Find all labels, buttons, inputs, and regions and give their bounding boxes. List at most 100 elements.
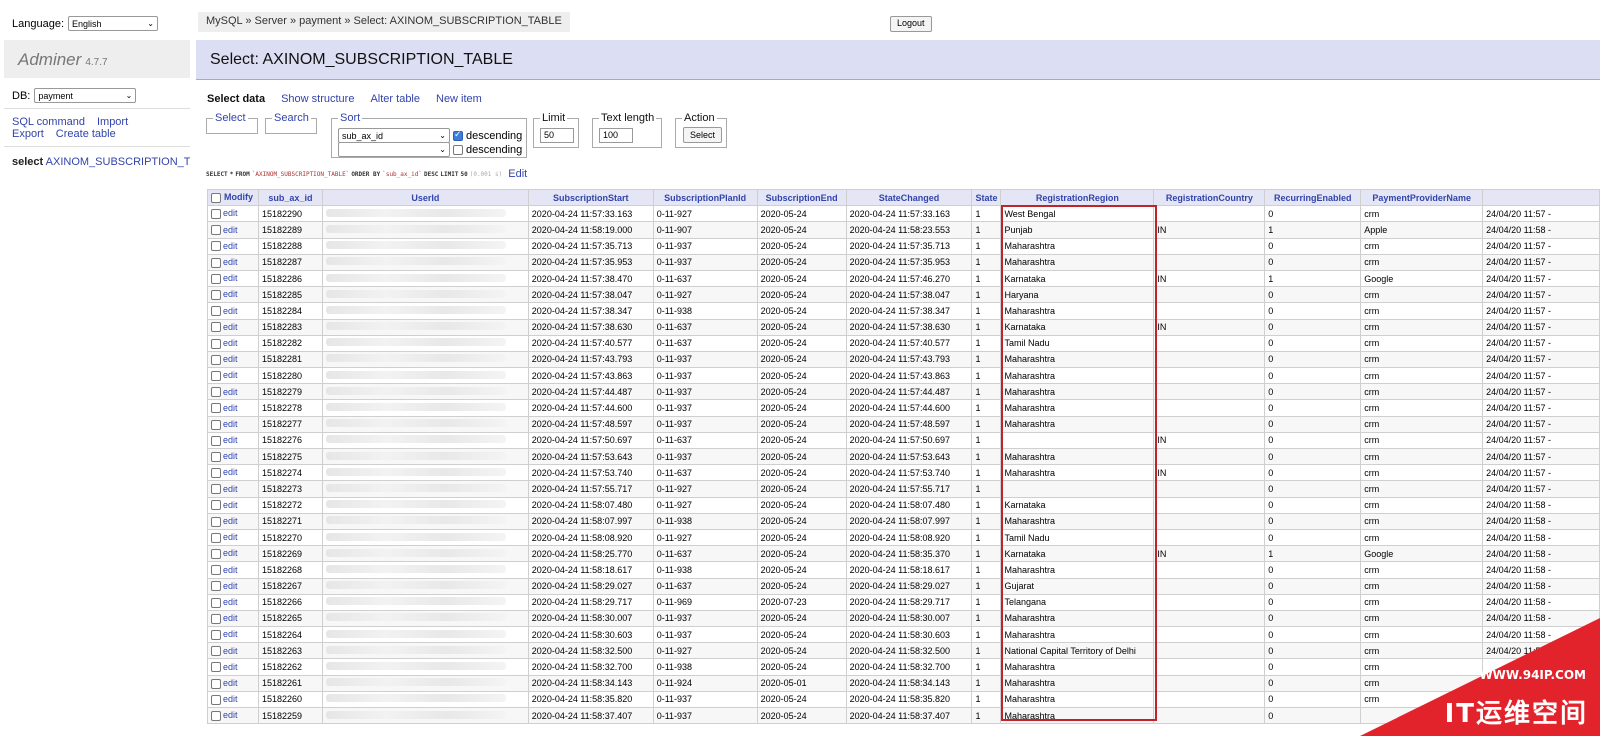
row-checkbox[interactable] bbox=[211, 549, 221, 560]
row-edit-link[interactable]: edit bbox=[223, 678, 238, 688]
select-all-header[interactable]: Modify bbox=[207, 189, 259, 207]
table-name-link[interactable]: AXINOM_SUBSCRIPTION_TA bbox=[46, 156, 190, 168]
row-checkbox[interactable] bbox=[211, 354, 221, 365]
select-all-checkbox[interactable] bbox=[211, 192, 221, 203]
row-checkbox[interactable] bbox=[211, 613, 221, 624]
row-edit-link[interactable]: edit bbox=[223, 516, 238, 526]
row-checkbox[interactable] bbox=[211, 662, 221, 673]
row-edit-link[interactable]: edit bbox=[223, 548, 238, 558]
sql-edit-link[interactable]: Edit bbox=[508, 168, 527, 180]
row-edit-link[interactable]: edit bbox=[223, 354, 238, 364]
row-checkbox[interactable] bbox=[211, 209, 221, 220]
row-edit-link[interactable]: edit bbox=[223, 662, 238, 672]
limit-input[interactable]: 50 bbox=[540, 128, 574, 143]
row-edit-link[interactable]: edit bbox=[223, 403, 238, 413]
column-header[interactable]: SubscriptionStart bbox=[527, 189, 654, 207]
db-select[interactable]: payment ⌄ bbox=[34, 88, 137, 103]
row-edit-link[interactable]: edit bbox=[223, 532, 238, 542]
select-legend[interactable]: Select bbox=[213, 112, 248, 124]
app-brand[interactable]: Adminer 4.7.7 bbox=[4, 40, 190, 78]
row-edit-link[interactable]: edit bbox=[223, 306, 238, 316]
column-header[interactable]: sub_ax_id bbox=[257, 189, 323, 207]
row-edit-link[interactable]: edit bbox=[223, 338, 238, 348]
search-legend[interactable]: Search bbox=[272, 112, 311, 124]
row-checkbox[interactable] bbox=[211, 484, 221, 495]
row-checkbox[interactable] bbox=[211, 678, 221, 689]
row-edit-link[interactable]: edit bbox=[223, 467, 238, 477]
row-edit-link[interactable]: edit bbox=[223, 581, 238, 591]
row-checkbox[interactable] bbox=[211, 306, 221, 317]
column-header[interactable]: UserId bbox=[321, 189, 529, 207]
descending-checkbox-2[interactable] bbox=[453, 144, 463, 155]
row-edit-link[interactable]: edit bbox=[223, 451, 238, 461]
sort-column-select[interactable]: sub_ax_id ⌄ bbox=[338, 128, 450, 143]
row-checkbox[interactable] bbox=[211, 435, 221, 446]
row-checkbox[interactable] bbox=[211, 451, 221, 462]
row-edit-link[interactable]: edit bbox=[223, 387, 238, 397]
row-checkbox[interactable] bbox=[211, 565, 221, 576]
row-checkbox[interactable] bbox=[211, 710, 221, 721]
select-fieldset[interactable]: Select bbox=[206, 112, 258, 134]
column-header[interactable]: State bbox=[971, 189, 1002, 207]
column-header[interactable]: SubscriptionPlanId bbox=[652, 189, 758, 207]
row-edit-link[interactable]: edit bbox=[223, 646, 238, 656]
row-checkbox[interactable] bbox=[211, 468, 221, 479]
select-button[interactable]: Select bbox=[683, 127, 723, 143]
row-checkbox[interactable] bbox=[211, 338, 221, 349]
row-edit-link[interactable]: edit bbox=[223, 257, 238, 267]
create-table-link[interactable]: Create table bbox=[56, 128, 116, 140]
row-edit-link[interactable]: edit bbox=[223, 419, 238, 429]
tab-new-item[interactable]: New item bbox=[436, 93, 482, 105]
row-checkbox[interactable] bbox=[211, 403, 221, 414]
sort-column-select-2[interactable]: ⌄ bbox=[338, 142, 450, 157]
row-checkbox[interactable] bbox=[211, 500, 221, 511]
tab-show-structure[interactable]: Show structure bbox=[281, 93, 354, 105]
row-checkbox[interactable] bbox=[211, 581, 221, 592]
row-edit-link[interactable]: edit bbox=[223, 565, 238, 575]
row-edit-link[interactable]: edit bbox=[223, 500, 238, 510]
row-checkbox[interactable] bbox=[211, 694, 221, 705]
language-select[interactable]: English ⌄ bbox=[68, 16, 158, 31]
row-edit-link[interactable]: edit bbox=[223, 435, 238, 445]
row-checkbox[interactable] bbox=[211, 532, 221, 543]
row-checkbox[interactable] bbox=[211, 241, 221, 252]
export-link[interactable]: Export bbox=[12, 128, 44, 140]
row-edit-link[interactable]: edit bbox=[223, 273, 238, 283]
row-checkbox[interactable] bbox=[211, 516, 221, 527]
row-edit-link[interactable]: edit bbox=[223, 241, 238, 251]
row-edit-link[interactable]: edit bbox=[223, 710, 238, 720]
row-checkbox[interactable] bbox=[211, 387, 221, 398]
row-edit-link[interactable]: edit bbox=[223, 370, 238, 380]
row-edit-link[interactable]: edit bbox=[223, 225, 238, 235]
import-link[interactable]: Import bbox=[97, 116, 128, 128]
row-edit-link[interactable]: edit bbox=[223, 484, 238, 494]
column-header[interactable]: RegistrationCountry bbox=[1153, 189, 1266, 207]
text-length-input[interactable]: 100 bbox=[599, 128, 633, 143]
table-select-link[interactable]: select bbox=[12, 156, 43, 168]
row-checkbox[interactable] bbox=[211, 257, 221, 268]
column-header[interactable] bbox=[1482, 189, 1600, 207]
row-edit-link[interactable]: edit bbox=[223, 597, 238, 607]
tab-alter-table[interactable]: Alter table bbox=[370, 93, 420, 105]
row-edit-link[interactable]: edit bbox=[223, 208, 238, 218]
row-edit-link[interactable]: edit bbox=[223, 629, 238, 639]
row-checkbox[interactable] bbox=[211, 273, 221, 284]
row-checkbox[interactable] bbox=[211, 370, 221, 381]
row-checkbox[interactable] bbox=[211, 419, 221, 430]
column-header[interactable]: SubscriptionEnd bbox=[756, 189, 847, 207]
row-edit-link[interactable]: edit bbox=[223, 289, 238, 299]
sql-command-link[interactable]: SQL command bbox=[12, 116, 85, 128]
row-edit-link[interactable]: edit bbox=[223, 613, 238, 623]
column-header[interactable]: StateChanged bbox=[845, 189, 973, 207]
descending-checkbox[interactable] bbox=[453, 129, 463, 141]
row-edit-link[interactable]: edit bbox=[223, 694, 238, 704]
breadcrumb[interactable]: MySQL » Server » payment » Select: AXINO… bbox=[198, 12, 570, 32]
row-checkbox[interactable] bbox=[211, 597, 221, 608]
logout-button[interactable]: Logout bbox=[890, 16, 932, 32]
row-checkbox[interactable] bbox=[211, 646, 221, 657]
row-checkbox[interactable] bbox=[211, 322, 221, 333]
sort-legend[interactable]: Sort bbox=[338, 112, 363, 124]
row-edit-link[interactable]: edit bbox=[223, 322, 238, 332]
column-header[interactable]: PaymentProviderName bbox=[1360, 189, 1484, 207]
search-fieldset[interactable]: Search bbox=[265, 112, 317, 134]
